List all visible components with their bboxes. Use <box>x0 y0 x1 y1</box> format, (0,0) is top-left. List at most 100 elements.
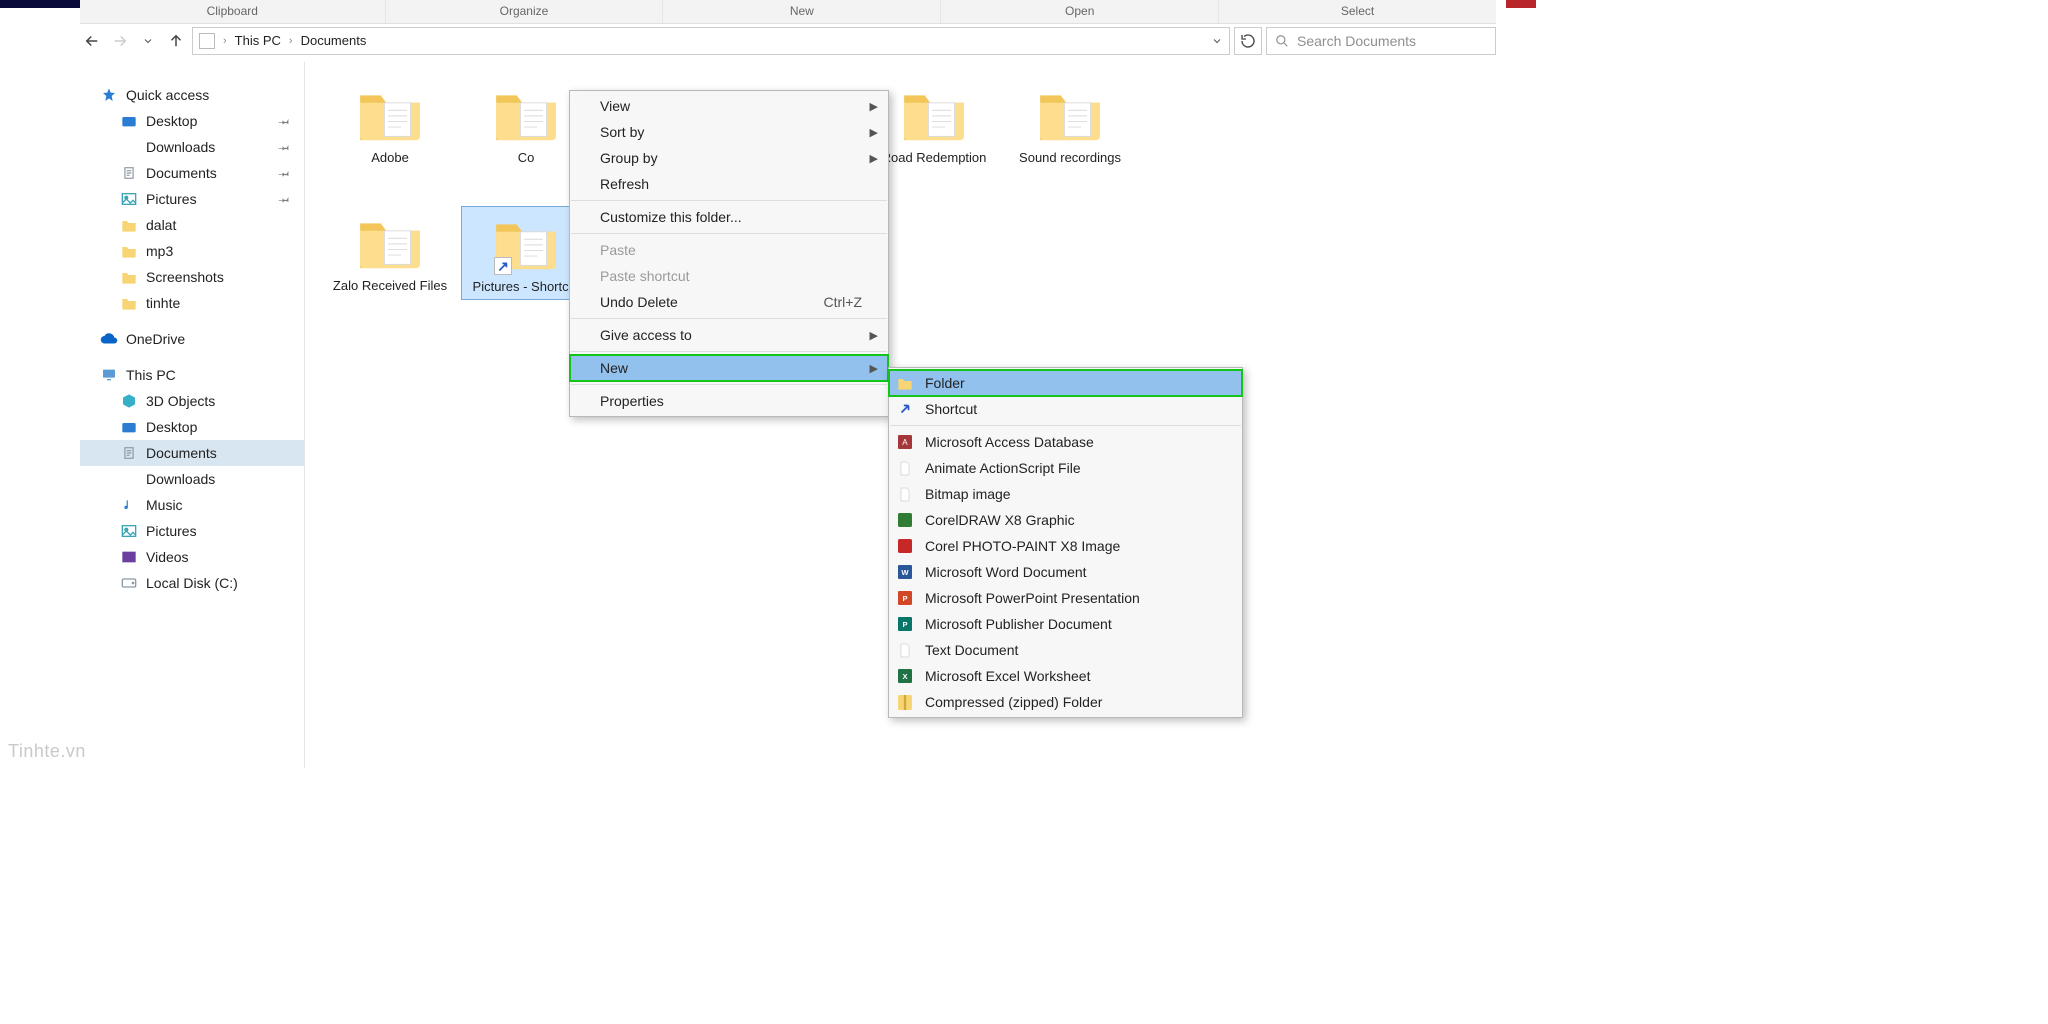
folder-label: Sound recordings <box>1019 150 1121 166</box>
menu-item-customize-this-folder-[interactable]: Customize this folder... <box>570 204 888 230</box>
download-icon <box>120 138 138 156</box>
sidebar-quick-access[interactable]: Quick access <box>80 82 304 108</box>
submenu-item-corel-photo-paint-x8-image[interactable]: Corel PHOTO-PAINT X8 Image <box>889 533 1242 559</box>
menu-item-refresh[interactable]: Refresh <box>570 171 888 197</box>
address-bar[interactable]: › This PC › Documents <box>192 27 1230 55</box>
menu-item-label: Paste shortcut <box>600 268 690 284</box>
sidebar-item-local-disk-c-[interactable]: Local Disk (C:) <box>80 570 304 596</box>
breadcrumb-documents[interactable]: Documents <box>301 28 367 54</box>
titlebar-left-fragment <box>0 0 80 8</box>
sidebar-item-downloads[interactable]: Downloads <box>80 466 304 492</box>
menu-item-label: Group by <box>600 150 658 166</box>
folder-label: Zalo Received Files <box>333 278 447 294</box>
context-menu: View▶Sort by▶Group by▶RefreshCustomize t… <box>569 90 889 417</box>
star-icon <box>100 86 118 104</box>
chevron-right-icon: › <box>287 35 295 47</box>
menu-item-label: Sort by <box>600 124 644 140</box>
folder-icon <box>898 82 970 146</box>
sidebar-this-pc[interactable]: This PC <box>80 362 304 388</box>
sidebar-item-label: Desktop <box>146 419 197 435</box>
folder-item[interactable]: Zalo Received Files <box>325 206 455 300</box>
ribbon-group-open: Open <box>941 0 1219 23</box>
sidebar-item-downloads[interactable]: Downloads <box>80 134 304 160</box>
sidebar-item-music[interactable]: Music <box>80 492 304 518</box>
menu-item-give-access-to[interactable]: Give access to▶ <box>570 322 888 348</box>
sidebar-item-pictures[interactable]: Pictures <box>80 186 304 212</box>
sidebar-item-pictures[interactable]: Pictures <box>80 518 304 544</box>
sidebar-item-desktop[interactable]: Desktop <box>80 414 304 440</box>
video-icon <box>120 548 138 566</box>
menu-item-new[interactable]: New ▶ <box>570 355 888 381</box>
search-input[interactable]: Search Documents <box>1266 27 1496 55</box>
submenu-item-microsoft-excel-worksheet[interactable]: XMicrosoft Excel Worksheet <box>889 663 1242 689</box>
sidebar-item-videos[interactable]: Videos <box>80 544 304 570</box>
submenu-item-bitmap-image[interactable]: Bitmap image <box>889 481 1242 507</box>
menu-item-group-by[interactable]: Group by▶ <box>570 145 888 171</box>
sidebar-item-label: Documents <box>146 445 217 461</box>
submenu-item-shortcut[interactable]: Shortcut <box>889 396 1242 422</box>
menu-item-label: Customize this folder... <box>600 209 742 225</box>
menu-item-label: Microsoft Excel Worksheet <box>925 668 1090 684</box>
submenu-item-microsoft-word-document[interactable]: WMicrosoft Word Document <box>889 559 1242 585</box>
pic-icon <box>120 522 138 540</box>
sidebar-item-label: 3D Objects <box>146 393 215 409</box>
menu-item-properties[interactable]: Properties <box>570 388 888 414</box>
menu-separator <box>571 384 887 385</box>
menu-item-paste: Paste <box>570 237 888 263</box>
sidebar-item-label: Downloads <box>146 139 215 155</box>
chevron-down-icon <box>142 35 154 47</box>
submenu-arrow-icon: ▶ <box>870 362 878 375</box>
sidebar-item-dalat[interactable]: dalat <box>80 212 304 238</box>
sidebar-onedrive[interactable]: OneDrive <box>80 326 304 352</box>
menu-item-view[interactable]: View▶ <box>570 93 888 119</box>
menu-item-undo-delete[interactable]: Undo DeleteCtrl+Z <box>570 289 888 315</box>
menu-item-sort-by[interactable]: Sort by▶ <box>570 119 888 145</box>
submenu-item-text-document[interactable]: Text Document <box>889 637 1242 663</box>
menu-item-label: Refresh <box>600 176 649 192</box>
sidebar-item-label: Quick access <box>126 87 209 103</box>
chevron-down-icon[interactable] <box>1211 35 1223 47</box>
disk-icon <box>120 574 138 592</box>
sidebar-item-3d-objects[interactable]: 3D Objects <box>80 388 304 414</box>
submenu-item-microsoft-access-database[interactable]: AMicrosoft Access Database <box>889 429 1242 455</box>
doc-icon <box>120 444 138 462</box>
monitor-icon <box>120 112 138 130</box>
pin-icon <box>277 165 293 181</box>
menu-item-label: New <box>600 360 628 376</box>
submenu-item-microsoft-publisher-document[interactable]: PMicrosoft Publisher Document <box>889 611 1242 637</box>
folder-label: Co <box>518 150 535 166</box>
submenu-item-coreldraw-x8-graphic[interactable]: CorelDRAW X8 Graphic <box>889 507 1242 533</box>
menu-item-label: Give access to <box>600 327 692 343</box>
svg-text:P: P <box>902 620 907 629</box>
sidebar-item-label: Pictures <box>146 523 197 539</box>
folder-item[interactable]: Adobe <box>325 78 455 170</box>
sidebar-item-tinhte[interactable]: tinhte <box>80 290 304 316</box>
folder-icon <box>120 268 138 286</box>
submenu-item-folder[interactable]: Folder <box>889 370 1242 396</box>
menu-item-label: Corel PHOTO-PAINT X8 Image <box>925 538 1120 554</box>
pic-icon <box>120 190 138 208</box>
forward-button[interactable] <box>108 29 132 53</box>
sidebar-item-label: This PC <box>126 367 176 383</box>
up-button[interactable] <box>164 29 188 53</box>
recent-locations-button[interactable] <box>136 29 160 53</box>
sidebar-item-screenshots[interactable]: Screenshots <box>80 264 304 290</box>
menu-shortcut: Ctrl+Z <box>784 294 863 310</box>
submenu-item-microsoft-powerpoint-presentation[interactable]: PMicrosoft PowerPoint Presentation <box>889 585 1242 611</box>
address-bar-row: › This PC › Documents Search Documents <box>80 26 1496 56</box>
submenu-item-animate-actionscript-file[interactable]: Animate ActionScript File <box>889 455 1242 481</box>
sidebar-item-mp3[interactable]: mp3 <box>80 238 304 264</box>
sidebar-item-label: Desktop <box>146 113 197 129</box>
folder-item[interactable]: Sound recordings <box>1005 78 1135 170</box>
menu-item-label: CorelDRAW X8 Graphic <box>925 512 1075 528</box>
sidebar-item-label: OneDrive <box>126 331 185 347</box>
sidebar-item-documents[interactable]: Documents <box>80 160 304 186</box>
menu-item-label: Animate ActionScript File <box>925 460 1081 476</box>
submenu-item-compressed-zipped-folder[interactable]: Compressed (zipped) Folder <box>889 689 1242 715</box>
sidebar-item-desktop[interactable]: Desktop <box>80 108 304 134</box>
sidebar-item-documents[interactable]: Documents <box>80 440 304 466</box>
refresh-button[interactable] <box>1234 27 1262 55</box>
back-button[interactable] <box>80 29 104 53</box>
breadcrumb-this-pc[interactable]: This PC <box>235 28 281 54</box>
menu-item-label: Compressed (zipped) Folder <box>925 694 1102 710</box>
